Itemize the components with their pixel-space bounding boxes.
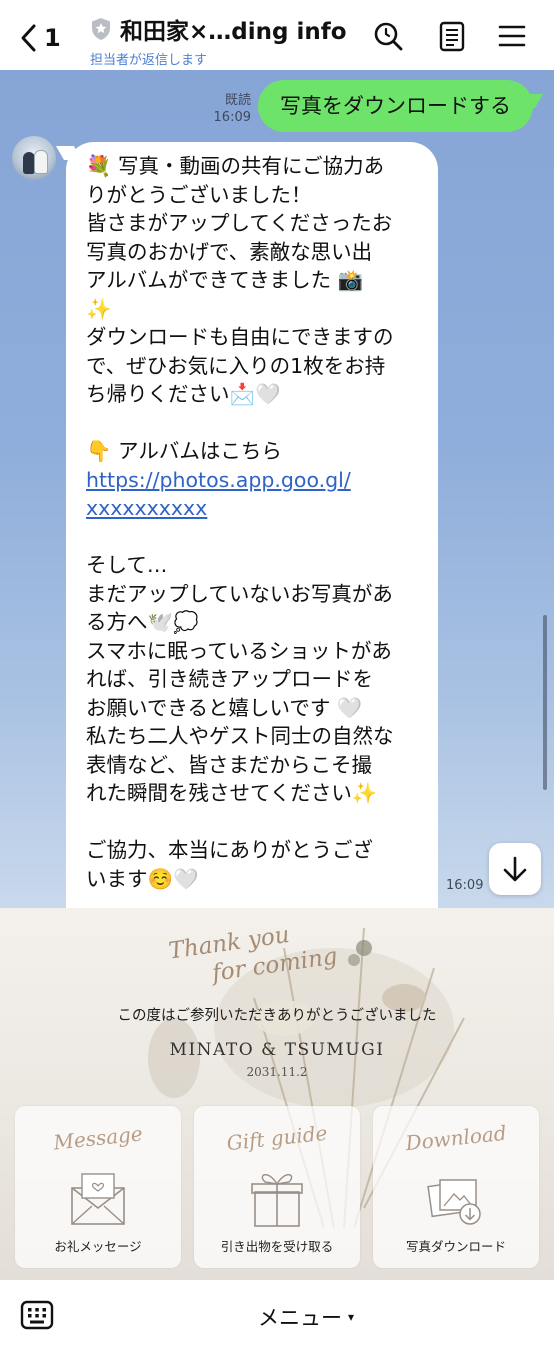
- download-card-button[interactable]: Download 写真ダウンロード: [373, 1106, 539, 1268]
- caret-down-icon: ▾: [348, 1310, 355, 1324]
- photo-download-icon: [427, 1179, 481, 1225]
- message-line: ✨: [86, 296, 112, 321]
- message-line: 👇 アルバムはこちら: [86, 439, 282, 463]
- album-link[interactable]: xxxxxxxxxx: [86, 494, 418, 523]
- chat-title: 和田家×…ding info: [120, 19, 347, 45]
- menu-toggle-label: メニュー: [258, 1306, 342, 1330]
- couple-names: MINATO & TSUMUGI: [169, 1040, 385, 1060]
- card-script: Gift guide: [225, 1120, 329, 1156]
- rich-menu: Thank you for coming この度はご参列いただきありがとうござい…: [0, 908, 554, 1280]
- back-chevron-icon: [21, 24, 36, 52]
- message-line: そして…: [86, 553, 168, 577]
- message-line: ご協力、本当にありがとうござ: [86, 838, 373, 862]
- message-line: まだアップしていないお写真があ: [86, 581, 393, 606]
- message-line: れた瞬間を残させてください✨: [86, 781, 378, 805]
- received-time: 16:09: [446, 878, 484, 893]
- chat-header: 1 和田家×…ding info 担当者が返信します: [0, 0, 554, 70]
- sent-meta: 既読 16:09: [205, 92, 251, 126]
- gift-card-button[interactable]: Gift guide 引き出物を受け取る: [194, 1106, 360, 1268]
- received-message-bubble[interactable]: 💐 写真・動画の共有にご協力あ りがとうございました！ 皆さまがアップしてくださ…: [66, 142, 438, 908]
- menu-icon[interactable]: [496, 20, 528, 52]
- message-line: 私たち二人やゲスト同士の自然な: [86, 724, 394, 748]
- message-line: ダウンロードも自由にできますの: [86, 325, 394, 349]
- message-line: 写真のおかげで、素敵な思い出: [86, 239, 373, 264]
- message-line: アルバムができてきました 📸: [86, 268, 364, 292]
- scroll-to-bottom-button[interactable]: [489, 843, 541, 895]
- bottom-bar: メニュー ▾: [0, 1280, 554, 1346]
- message-line: [86, 409, 418, 438]
- message-line: スマホに眠っているショットがあ: [86, 638, 392, 663]
- arrow-down-icon: [503, 856, 527, 882]
- card-script: Message: [52, 1121, 144, 1155]
- album-link[interactable]: https://photos.app.goo.gl/: [86, 466, 418, 495]
- message-line: います☺️🤍: [86, 866, 199, 891]
- shield-icon: [92, 18, 110, 40]
- message-line: で、ぜひお気に入りの1枚をお持: [86, 353, 386, 378]
- read-label: 既読: [224, 93, 251, 108]
- chat-title-area[interactable]: 和田家×…ding info 担当者が返信します: [90, 12, 355, 68]
- card-script: Download: [404, 1120, 508, 1156]
- sent-message-bubble[interactable]: 写真をダウンロードする: [258, 80, 533, 132]
- back-button[interactable]: 1: [18, 18, 61, 58]
- card-label: お礼メッセージ: [54, 1239, 142, 1254]
- notes-icon[interactable]: [436, 20, 468, 52]
- avatar-figure: [34, 150, 48, 174]
- chat-subtitle: 担当者が返信します: [90, 53, 208, 68]
- chat-area[interactable]: 既読 16:09 写真をダウンロードする 💐 写真・動画の共有にご協力あ りがと…: [0, 70, 554, 908]
- card-label: 引き出物を受け取る: [220, 1239, 334, 1254]
- message-line: お願いできると嬉しいです 🤍: [86, 695, 363, 720]
- message-line: [86, 808, 418, 837]
- search-icon[interactable]: [372, 20, 404, 52]
- keyboard-icon[interactable]: [20, 1300, 54, 1330]
- menu-toggle-button[interactable]: メニュー ▾: [258, 1302, 354, 1332]
- message-line: [86, 523, 418, 552]
- avatar[interactable]: [12, 136, 56, 180]
- card-label: 写真ダウンロード: [405, 1239, 506, 1254]
- message-line: ち帰りください📩🤍: [86, 382, 281, 406]
- thanks-message: この度はご参列いただきありがとうございました: [117, 1008, 437, 1024]
- envelope-icon: [71, 1173, 125, 1225]
- message-line: 表情など、皆さまだからこそ撮: [86, 752, 372, 777]
- gift-box-icon: [251, 1174, 303, 1227]
- wedding-date: 2031.11.2: [246, 1065, 308, 1079]
- message-line: 💐 写真・動画の共有にご協力あ: [86, 154, 385, 178]
- unread-count: 1: [44, 24, 61, 52]
- scrollbar[interactable]: [543, 615, 547, 790]
- sent-time: 16:09: [213, 110, 251, 125]
- message-line: りがとうございました！: [86, 182, 312, 207]
- message-line: 皆さまがアップしてくださったお: [86, 211, 393, 235]
- message-line: る方へ🕊️💭: [86, 610, 199, 634]
- message-card-button[interactable]: Message お礼メッセージ: [15, 1106, 181, 1268]
- message-line: れば、引き続きアップロードを: [86, 667, 373, 691]
